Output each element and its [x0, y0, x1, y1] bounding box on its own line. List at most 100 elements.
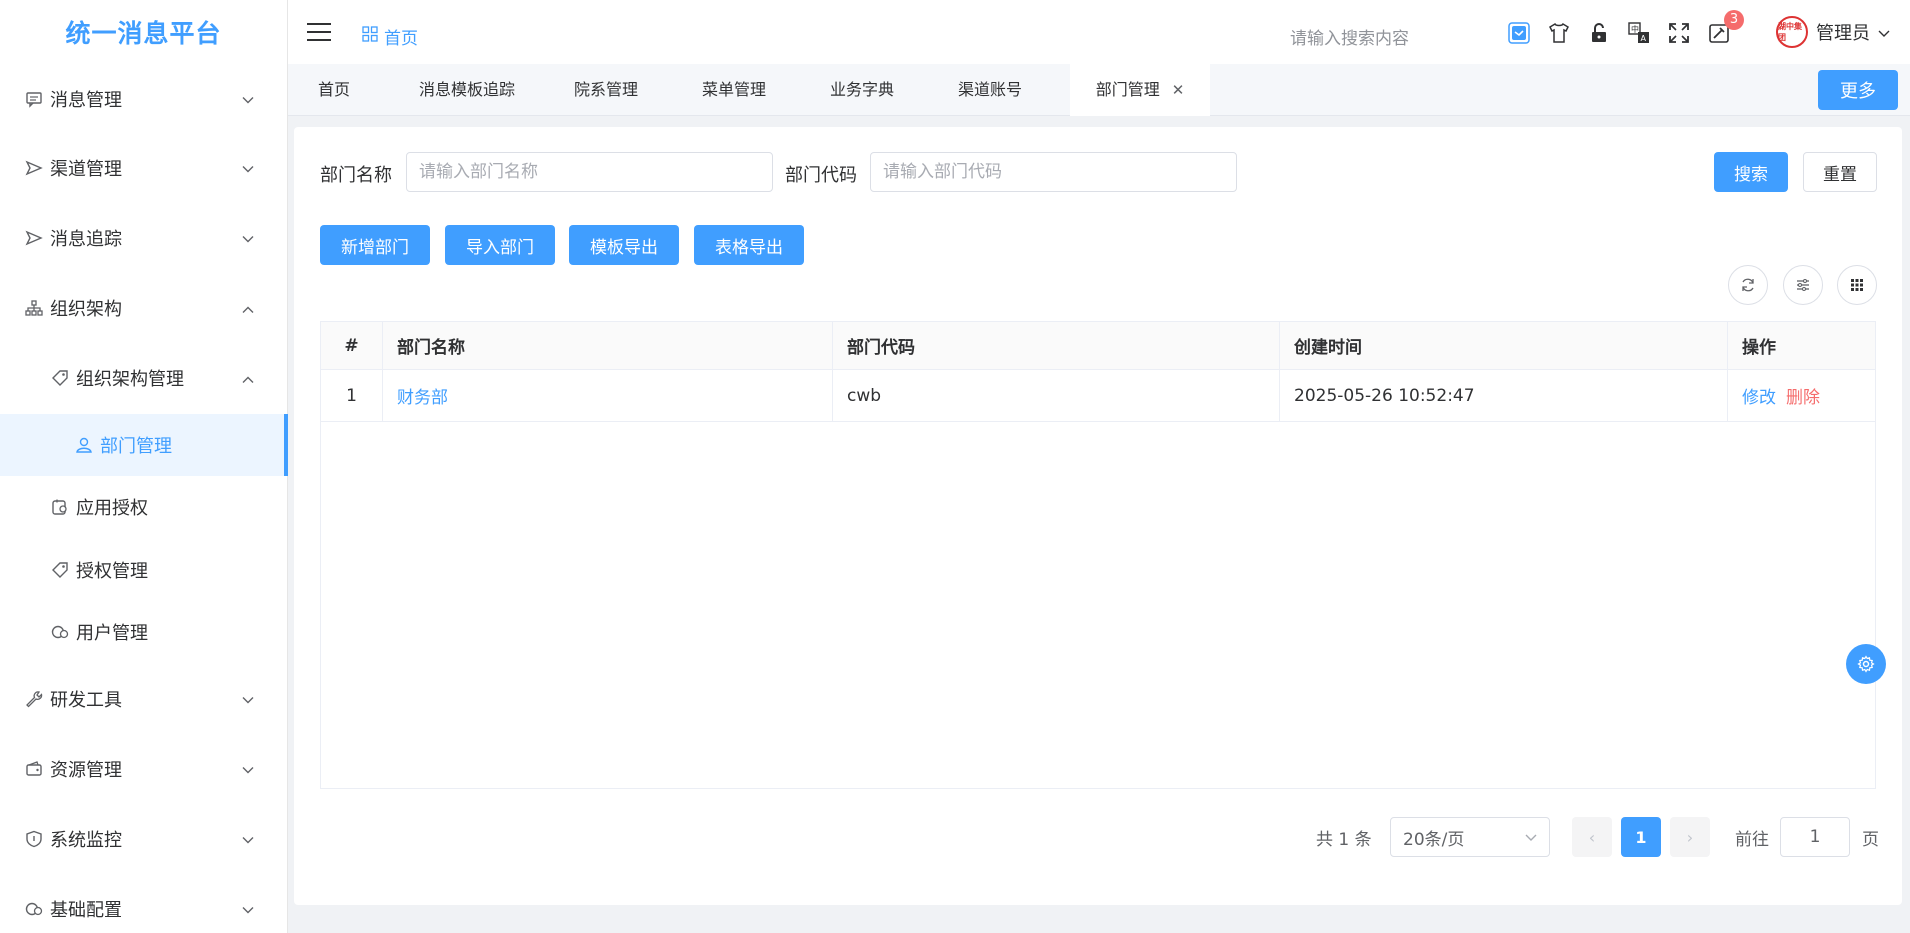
tab-menu-manage[interactable]: 菜单管理: [698, 64, 770, 116]
chevron-down-icon: [242, 89, 254, 110]
sidebar-item-channel[interactable]: 渠道管理: [0, 137, 288, 199]
chevron-down-icon: [242, 829, 254, 850]
user-name: 管理员: [1816, 23, 1870, 44]
translate-icon[interactable]: 中A: [1626, 20, 1652, 46]
top-header: 首页 请输入搜索内容 中A 3 湖中集团 管理员: [288, 0, 1910, 64]
reset-button[interactable]: 重置: [1803, 152, 1877, 192]
tag-icon: [50, 368, 70, 388]
column-header: 部门名称: [383, 322, 833, 369]
user-icon: [74, 435, 94, 455]
sidebar-item-auth-manage[interactable]: 授权管理: [0, 539, 288, 601]
import-department-button[interactable]: 导入部门: [445, 225, 555, 265]
row-code-cell: cwb: [833, 370, 1280, 421]
chevron-down-icon: [242, 158, 254, 179]
grid-layout-icon[interactable]: [1837, 265, 1877, 305]
send-icon: [24, 158, 44, 178]
delete-button[interactable]: 删除: [1786, 383, 1820, 408]
sidebar-item-app-auth[interactable]: 应用授权: [0, 476, 288, 538]
org-tree-icon: [24, 298, 44, 318]
chevron-down-icon: [1525, 827, 1537, 847]
checkbox-icon[interactable]: [1506, 20, 1532, 46]
sidebar-item-user-manage[interactable]: 用户管理: [0, 601, 288, 663]
user-menu[interactable]: 湖中集团 管理员: [1776, 16, 1890, 48]
fullscreen-icon[interactable]: [1666, 20, 1692, 46]
sidebar-item-config[interactable]: 基础配置: [0, 878, 288, 933]
search-button[interactable]: 搜索: [1714, 152, 1788, 192]
sidebar-item-resource[interactable]: 资源管理: [0, 738, 288, 800]
header-icons: 中A 3: [1506, 10, 1744, 46]
department-table: # 部门名称 部门代码 创建时间 操作 1 财务部 cwb 2025-05-26…: [320, 321, 1876, 789]
chevron-right-icon: ›: [1686, 827, 1694, 847]
app-title: 统一消息平台: [65, 19, 222, 48]
dept-name-label: 部门名称: [320, 165, 392, 186]
dept-code-label: 部门代码: [785, 165, 857, 186]
wallet-icon: [24, 759, 44, 779]
chevron-down-icon: [1878, 22, 1890, 43]
avatar: 湖中集团: [1776, 16, 1808, 48]
breadcrumb[interactable]: 首页: [362, 24, 418, 49]
goto-prefix: 前往: [1735, 830, 1769, 850]
edit-button[interactable]: 修改: [1742, 383, 1776, 408]
chevron-up-icon: [242, 298, 254, 319]
refresh-icon[interactable]: [1728, 265, 1768, 305]
tab-college-manage[interactable]: 院系管理: [570, 64, 642, 116]
row-created-cell: 2025-05-26 10:52:47: [1280, 370, 1728, 421]
shirt-icon[interactable]: [1546, 20, 1572, 46]
dept-code-input[interactable]: [870, 152, 1237, 192]
config-icon: [24, 899, 44, 919]
close-icon[interactable]: ✕: [1172, 81, 1185, 99]
tab-business-dict[interactable]: 业务字典: [826, 64, 898, 116]
user-circle-icon: [50, 622, 70, 642]
send-icon: [24, 228, 44, 248]
sidebar: 统一消息平台 消息管理 渠道管理 消息追踪 组织架构 组织架构管理 部门管理 应…: [0, 0, 288, 933]
tabs-bar: 首页 消息模板追踪 院系管理 菜单管理 业务字典 渠道账号 部门管理 ✕ 更多: [288, 64, 1910, 116]
chevron-down-icon: [242, 689, 254, 710]
sidebar-item-message[interactable]: 消息管理: [0, 68, 288, 130]
prev-page-button[interactable]: ‹: [1572, 817, 1612, 857]
sidebar-item-devtools[interactable]: 研发工具: [0, 668, 288, 730]
tab-message-template-tracking[interactable]: 消息模板追踪: [416, 64, 518, 116]
sidebar-item-org-manage[interactable]: 组织架构管理: [0, 347, 288, 409]
more-tabs-button[interactable]: 更多: [1818, 70, 1898, 110]
shield-icon: [24, 829, 44, 849]
row-actions-cell: 修改 删除: [1728, 370, 1877, 421]
main-card: 部门名称 部门代码 搜索 重置 新增部门 导入部门 模板导出 表格导出 # 部门…: [294, 127, 1902, 905]
next-page-button[interactable]: ›: [1670, 817, 1710, 857]
app-auth-icon: [50, 497, 70, 517]
header-search-input[interactable]: 请输入搜索内容: [1290, 24, 1409, 49]
chevron-down-icon: [242, 228, 254, 249]
row-name-cell: 财务部: [383, 370, 833, 421]
settings-gear-icon[interactable]: [1846, 644, 1886, 684]
department-name-link[interactable]: 财务部: [397, 383, 448, 408]
wrench-icon: [24, 689, 44, 709]
notification-badge: 3: [1724, 10, 1744, 30]
app-logo: 统一消息平台: [0, 0, 287, 64]
grid-icon: [362, 26, 378, 47]
tab-home[interactable]: 首页: [306, 64, 362, 116]
page-size-select[interactable]: 20条/页: [1390, 817, 1550, 857]
pagination-total: 共 1 条: [1316, 830, 1372, 850]
sidebar-item-tracking[interactable]: 消息追踪: [0, 207, 288, 269]
dept-name-input[interactable]: [406, 152, 773, 192]
sidebar-item-monitor[interactable]: 系统监控: [0, 808, 288, 870]
tab-department-manage[interactable]: 部门管理 ✕: [1070, 64, 1210, 116]
goto-page-input[interactable]: [1780, 817, 1850, 857]
tools-notification-icon[interactable]: 3: [1706, 10, 1744, 46]
page-number-button[interactable]: 1: [1621, 817, 1661, 857]
column-header: 部门代码: [833, 322, 1280, 369]
svg-text:中: 中: [1631, 24, 1639, 34]
column-header: 创建时间: [1280, 322, 1728, 369]
column-filter-icon[interactable]: [1783, 265, 1823, 305]
tab-channel-account[interactable]: 渠道账号: [954, 64, 1026, 116]
add-department-button[interactable]: 新增部门: [320, 225, 430, 265]
sidebar-item-org[interactable]: 组织架构: [0, 277, 288, 339]
svg-text:A: A: [1641, 34, 1647, 43]
table-header: # 部门名称 部门代码 创建时间 操作: [321, 322, 1875, 370]
goto-suffix: 页: [1862, 830, 1879, 850]
hamburger-menu-icon[interactable]: [307, 22, 331, 47]
sidebar-item-department[interactable]: 部门管理: [0, 414, 288, 476]
table-export-button[interactable]: 表格导出: [694, 225, 804, 265]
template-export-button[interactable]: 模板导出: [569, 225, 679, 265]
chevron-up-icon: [242, 368, 254, 389]
lock-icon[interactable]: [1586, 20, 1612, 46]
